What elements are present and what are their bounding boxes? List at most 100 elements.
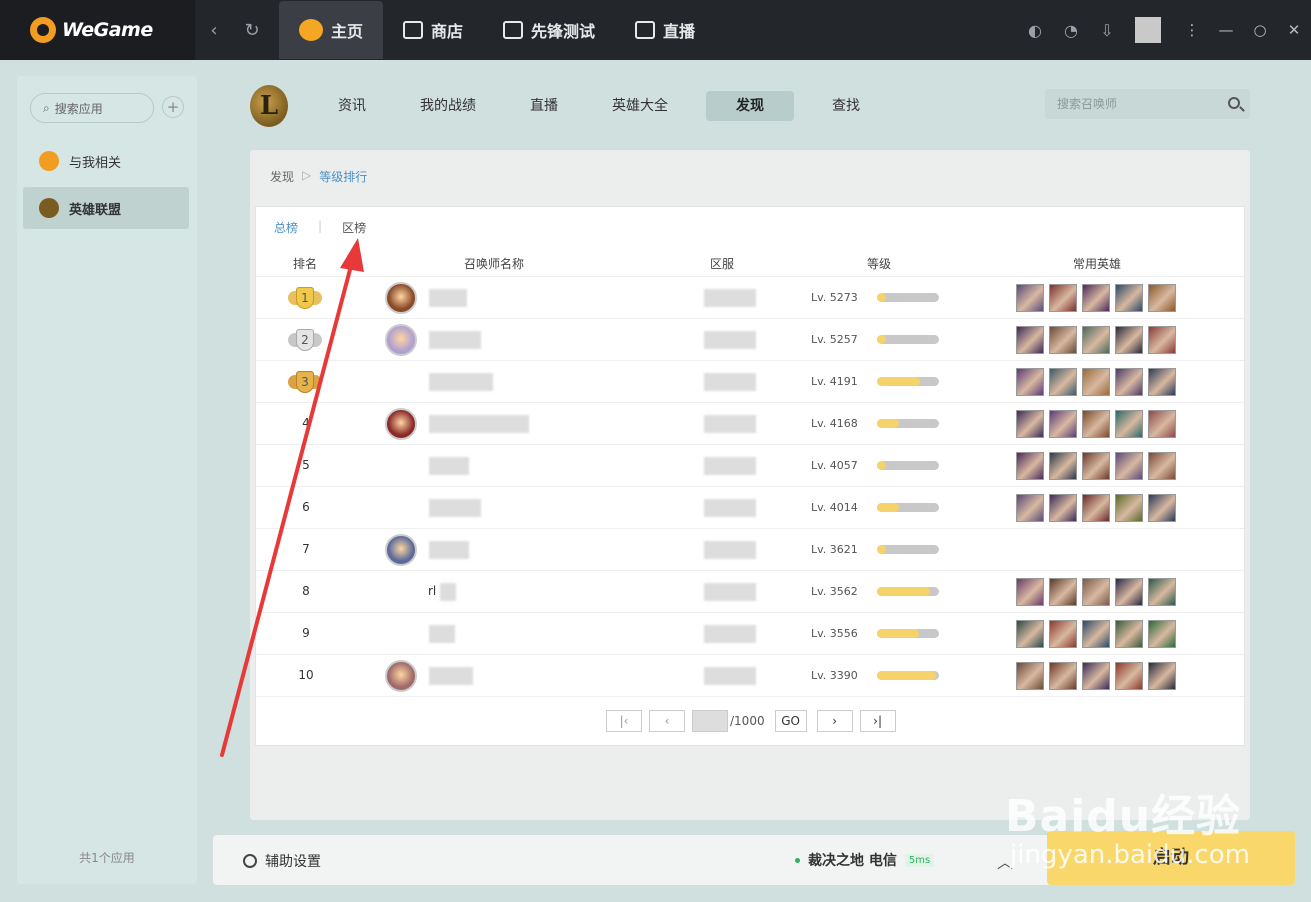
assist-settings-button[interactable]: 辅助设置 [243,851,321,871]
hero-portrait[interactable] [1049,452,1077,480]
hero-portrait[interactable] [1016,326,1044,354]
tab-heroes[interactable]: 英雄大全 [596,91,684,121]
hero-portrait[interactable] [1049,326,1077,354]
nav-live[interactable]: 直播 [615,1,715,59]
table-row[interactable]: 1 Lv. 5273 [256,277,1244,319]
hero-portrait[interactable] [1115,368,1143,396]
tab-live[interactable]: 直播 [514,91,574,121]
hero-portrait[interactable] [1082,284,1110,312]
summoner-avatar[interactable] [385,660,417,692]
hero-portrait[interactable] [1115,452,1143,480]
hero-portrait[interactable] [1016,284,1044,312]
tab-my-record[interactable]: 我的战绩 [404,91,492,121]
back-icon[interactable]: ‹ [195,20,233,41]
hero-portrait[interactable] [1082,620,1110,648]
table-row[interactable]: 2 Lv. 5257 [256,319,1244,361]
hero-portrait[interactable] [1049,410,1077,438]
prev-page-button[interactable]: ‹ [649,710,685,732]
hero-portrait[interactable] [1049,368,1077,396]
table-row[interactable]: 8 rl Lv. 3562 [256,571,1244,613]
hero-portrait[interactable] [1115,284,1143,312]
table-row[interactable]: 3 Lv. 4191 [256,361,1244,403]
tab-search[interactable]: 查找 [816,91,876,121]
nav-home[interactable]: 主页 [279,1,384,59]
hero-portrait[interactable] [1148,368,1176,396]
hero-portrait[interactable] [1049,494,1077,522]
hero-portrait[interactable] [1016,368,1044,396]
summoner-name[interactable]: rl [428,584,436,598]
summoner-search-input[interactable]: 搜索召唤师 [1045,89,1250,119]
hero-portrait[interactable] [1115,578,1143,606]
tab-discover[interactable]: 发现 [706,91,794,121]
summoner-avatar[interactable] [385,324,417,356]
hero-portrait[interactable] [1049,578,1077,606]
download-icon[interactable]: ⇩ [1089,21,1125,40]
hero-portrait[interactable] [1016,578,1044,606]
hero-portrait[interactable] [1049,620,1077,648]
hero-portrait[interactable] [1082,578,1110,606]
minimize-icon[interactable]: — [1209,21,1243,39]
hero-portrait[interactable] [1082,410,1110,438]
menu-icon[interactable]: ⋮ [1175,21,1209,39]
hero-portrait[interactable] [1016,410,1044,438]
search-icon[interactable] [1228,97,1240,109]
hero-portrait[interactable] [1115,494,1143,522]
tab-total-ranking[interactable]: 总榜 [274,219,298,236]
table-row[interactable]: 6 Lv. 4014 [256,487,1244,529]
hero-portrait[interactable] [1148,620,1176,648]
hero-portrait[interactable] [1016,662,1044,690]
hero-portrait[interactable] [1148,494,1176,522]
hero-portrait[interactable] [1148,452,1176,480]
hero-portrait[interactable] [1148,284,1176,312]
summoner-avatar[interactable] [385,534,417,566]
hero-portrait[interactable] [1148,578,1176,606]
last-page-button[interactable]: ›| [859,710,896,732]
hero-portrait[interactable] [1148,326,1176,354]
notification-icon[interactable]: ◐ [1017,21,1053,40]
hero-portrait[interactable] [1082,326,1110,354]
hero-portrait[interactable] [1016,494,1044,522]
hero-portrait[interactable] [1082,494,1110,522]
app-search-input[interactable]: ⌕ 搜索应用 [30,93,154,123]
add-app-button[interactable]: + [162,96,184,118]
hero-portrait[interactable] [1016,452,1044,480]
summoner-avatar[interactable] [385,282,417,314]
server-selector[interactable]: 裁决之地 电信 5ms [795,850,935,870]
page-number-input[interactable] [692,710,728,732]
go-button[interactable]: GO [774,710,807,732]
hero-portrait[interactable] [1148,662,1176,690]
summoner-search-placeholder: 搜索召唤师 [1057,97,1118,111]
hero-portrait[interactable] [1049,662,1077,690]
hero-portrait[interactable] [1016,620,1044,648]
close-icon[interactable]: ✕ [1277,21,1311,39]
sidebar-item-related[interactable]: 与我相关 [23,140,189,182]
refresh-icon[interactable]: ↻ [233,20,271,41]
hero-portrait[interactable] [1115,410,1143,438]
hero-portrait[interactable] [1082,368,1110,396]
breadcrumb-root[interactable]: 发现 [270,168,294,185]
nav-beta[interactable]: 先锋测试 [483,1,615,59]
maximize-icon[interactable]: ○ [1243,21,1277,39]
first-page-button[interactable]: |‹ [606,710,642,732]
hero-portrait[interactable] [1115,326,1143,354]
hero-portrait[interactable] [1049,284,1077,312]
chat-icon[interactable]: ◔ [1053,21,1089,40]
table-row[interactable]: 10 Lv. 3390 [256,655,1244,697]
nav-store[interactable]: 商店 [383,1,483,59]
table-row[interactable]: 7 Lv. 3621 [256,529,1244,571]
hero-portrait[interactable] [1115,620,1143,648]
next-page-button[interactable]: › [816,710,853,732]
user-avatar[interactable] [1135,17,1161,43]
hero-portrait[interactable] [1082,452,1110,480]
sidebar-item-lol[interactable]: 英雄联盟 [23,187,189,229]
summoner-avatar[interactable] [385,408,417,440]
tab-news[interactable]: 资讯 [322,91,382,121]
hero-portrait[interactable] [1082,662,1110,690]
level-progress-bar [877,461,939,470]
table-row[interactable]: 5 Lv. 4057 [256,445,1244,487]
tab-region-ranking[interactable]: 区榜 [342,219,366,236]
table-row[interactable]: 9 Lv. 3556 [256,613,1244,655]
hero-portrait[interactable] [1115,662,1143,690]
table-row[interactable]: 4 Lv. 4168 [256,403,1244,445]
hero-portrait[interactable] [1148,410,1176,438]
